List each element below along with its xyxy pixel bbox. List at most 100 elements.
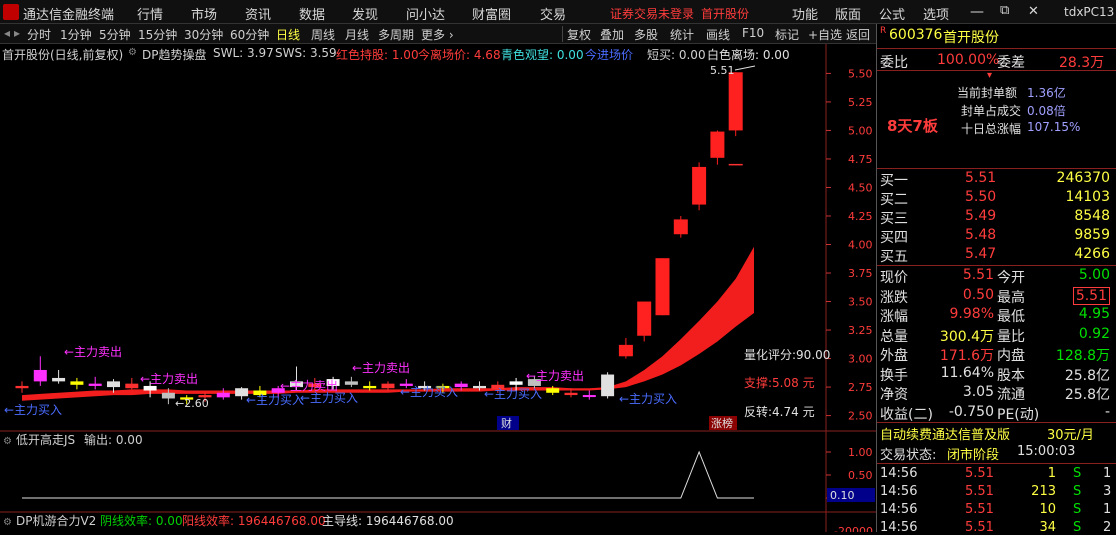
sub2-axis-label: -20000 xyxy=(834,525,873,532)
stat-value: 11.64% xyxy=(940,364,994,381)
seal-ratio-label: 封单占成交 xyxy=(961,104,1022,118)
sub2-title[interactable]: DP机游合力V2 xyxy=(16,513,96,528)
main-buy-tag: ←主力买入 xyxy=(484,387,542,401)
promo-price[interactable]: 30元/月 xyxy=(1047,424,1094,443)
tick-time: 14:56 xyxy=(880,466,918,481)
candle-body[interactable] xyxy=(582,395,596,398)
stat-label: 外盘 xyxy=(880,348,908,364)
sub1-title[interactable]: 低开高走JS xyxy=(16,432,75,447)
candle-body[interactable] xyxy=(70,381,84,385)
tick-count: 1 xyxy=(1103,466,1112,481)
tick-volume: 213 xyxy=(1031,484,1056,499)
stat-value: 5.00 xyxy=(1078,267,1110,283)
candle-body[interactable] xyxy=(161,392,175,399)
price-tick-label: 5.50 xyxy=(848,67,873,80)
candle-body[interactable] xyxy=(601,374,615,397)
price-tick-label: 3.00 xyxy=(848,353,873,366)
candle-body[interactable] xyxy=(52,377,66,382)
sub2-yin: 阴线效率: 0.00 xyxy=(100,513,183,528)
candle-body[interactable] xyxy=(15,385,29,389)
stat-value: 300.4万 xyxy=(939,328,994,345)
tick-time: 14:56 xyxy=(880,502,918,517)
high-price-tag: 5.51 xyxy=(710,64,735,77)
stat-label: 量比 xyxy=(997,328,1025,345)
stat-value: 0.92 xyxy=(1078,325,1110,342)
bid-level-label: 买二 xyxy=(880,192,908,208)
sub1-line xyxy=(22,450,754,499)
candles xyxy=(15,72,743,405)
candle-body[interactable] xyxy=(673,219,688,235)
candle-body[interactable] xyxy=(107,381,120,388)
main-buy-tag: ←主力买入 xyxy=(400,385,458,399)
close-icon[interactable]: ✕ xyxy=(1028,4,1039,19)
candle-body[interactable] xyxy=(637,301,652,336)
stat-label: 内盘 xyxy=(997,348,1025,364)
tick-price: 5.51 xyxy=(965,502,994,517)
kline-chart[interactable]: 5.50 5.25 5.00 4.75 4.50 4.25 4.00 3.75 3.50 3.25… xyxy=(0,0,876,532)
stat-value: 128.8万 xyxy=(1055,348,1110,364)
candle-body[interactable] xyxy=(33,369,47,382)
stat-value: 5.51 xyxy=(1072,286,1110,305)
stat-value: 3.05 xyxy=(962,384,994,400)
candle-body[interactable] xyxy=(728,72,743,131)
candle-body[interactable] xyxy=(692,166,707,205)
trade-status-value: 闭市阶段 xyxy=(947,448,1000,463)
bid-level-label: 买一 xyxy=(880,173,908,189)
bid-price: 5.47 xyxy=(965,246,997,262)
price-tick-label: 3.75 xyxy=(848,267,873,280)
expand-arrow-icon[interactable]: ▾ xyxy=(987,70,992,81)
stat-label: PE(动) xyxy=(997,406,1040,423)
bid-volume: 4266 xyxy=(1074,246,1110,262)
sub1-tick-label: 0.50 xyxy=(848,469,873,482)
tick-volume: 34 xyxy=(1039,520,1056,535)
stat-label: 现价 xyxy=(880,270,908,286)
stat-label: 净资 xyxy=(880,387,908,403)
menu-item-options[interactable]: 选项 xyxy=(923,4,949,23)
main-buy-tag: ←主力买入 xyxy=(4,403,62,417)
bid-price: 5.50 xyxy=(965,189,997,205)
bid-level-label: 买五 xyxy=(880,249,908,265)
price-tick-label: 2.50 xyxy=(848,410,873,423)
candle-body[interactable] xyxy=(216,392,230,398)
candle-body[interactable] xyxy=(125,383,139,389)
bid-level-label: 买三 xyxy=(880,211,908,227)
sub2-settings-icon[interactable]: ⚙ xyxy=(3,517,12,528)
restore-icon[interactable]: ⧉ xyxy=(1000,3,1009,18)
candle-body[interactable] xyxy=(143,385,157,391)
candle-body[interactable] xyxy=(546,388,560,393)
weibi-value: 100.00% xyxy=(937,52,1000,68)
tick-price: 5.51 xyxy=(965,520,994,535)
price-tick-label: 4.50 xyxy=(848,181,873,194)
tick-price: 5.51 xyxy=(965,466,994,481)
stat-label: 涨跌 xyxy=(880,289,908,306)
menu-item-formula[interactable]: 公式 xyxy=(879,4,905,23)
candle-body[interactable] xyxy=(655,258,670,316)
candle-body[interactable] xyxy=(710,131,725,158)
tick-count: 3 xyxy=(1103,484,1112,499)
candle-body[interactable] xyxy=(88,383,102,386)
minimize-icon[interactable]: — xyxy=(970,4,984,20)
tick-direction: S xyxy=(1073,466,1082,481)
stat-value: -0.750 xyxy=(948,403,994,420)
user-id: tdxPC13 xyxy=(1064,5,1115,19)
stat-label: 流通 xyxy=(997,387,1025,403)
bid-price: 5.49 xyxy=(965,208,997,224)
sub1-settings-icon[interactable]: ⚙ xyxy=(3,436,12,447)
candle-body[interactable] xyxy=(363,385,377,389)
candle-body[interactable] xyxy=(618,344,633,357)
tick-time: 14:56 xyxy=(880,520,918,535)
candle-body[interactable] xyxy=(381,383,395,389)
candle-body[interactable] xyxy=(344,381,358,385)
seal-ratio-value: 0.08倍 xyxy=(1027,104,1066,118)
sub1-output: 输出: 0.00 xyxy=(84,432,143,447)
high-price-pointer xyxy=(734,65,756,71)
stat-value: 9.98% xyxy=(949,306,994,322)
tick-count: 2 xyxy=(1103,520,1112,535)
candle-body[interactable] xyxy=(509,381,523,385)
stat-value: 4.95 xyxy=(1078,306,1110,322)
promo-banner[interactable]: 自动续费通达信普及版 xyxy=(880,424,1010,443)
trade-status-label: 交易状态: xyxy=(880,448,937,463)
stat-label: 总量 xyxy=(880,328,908,345)
support-price: 支撑:5.08 元 xyxy=(744,375,815,390)
candle-body[interactable] xyxy=(564,392,578,396)
